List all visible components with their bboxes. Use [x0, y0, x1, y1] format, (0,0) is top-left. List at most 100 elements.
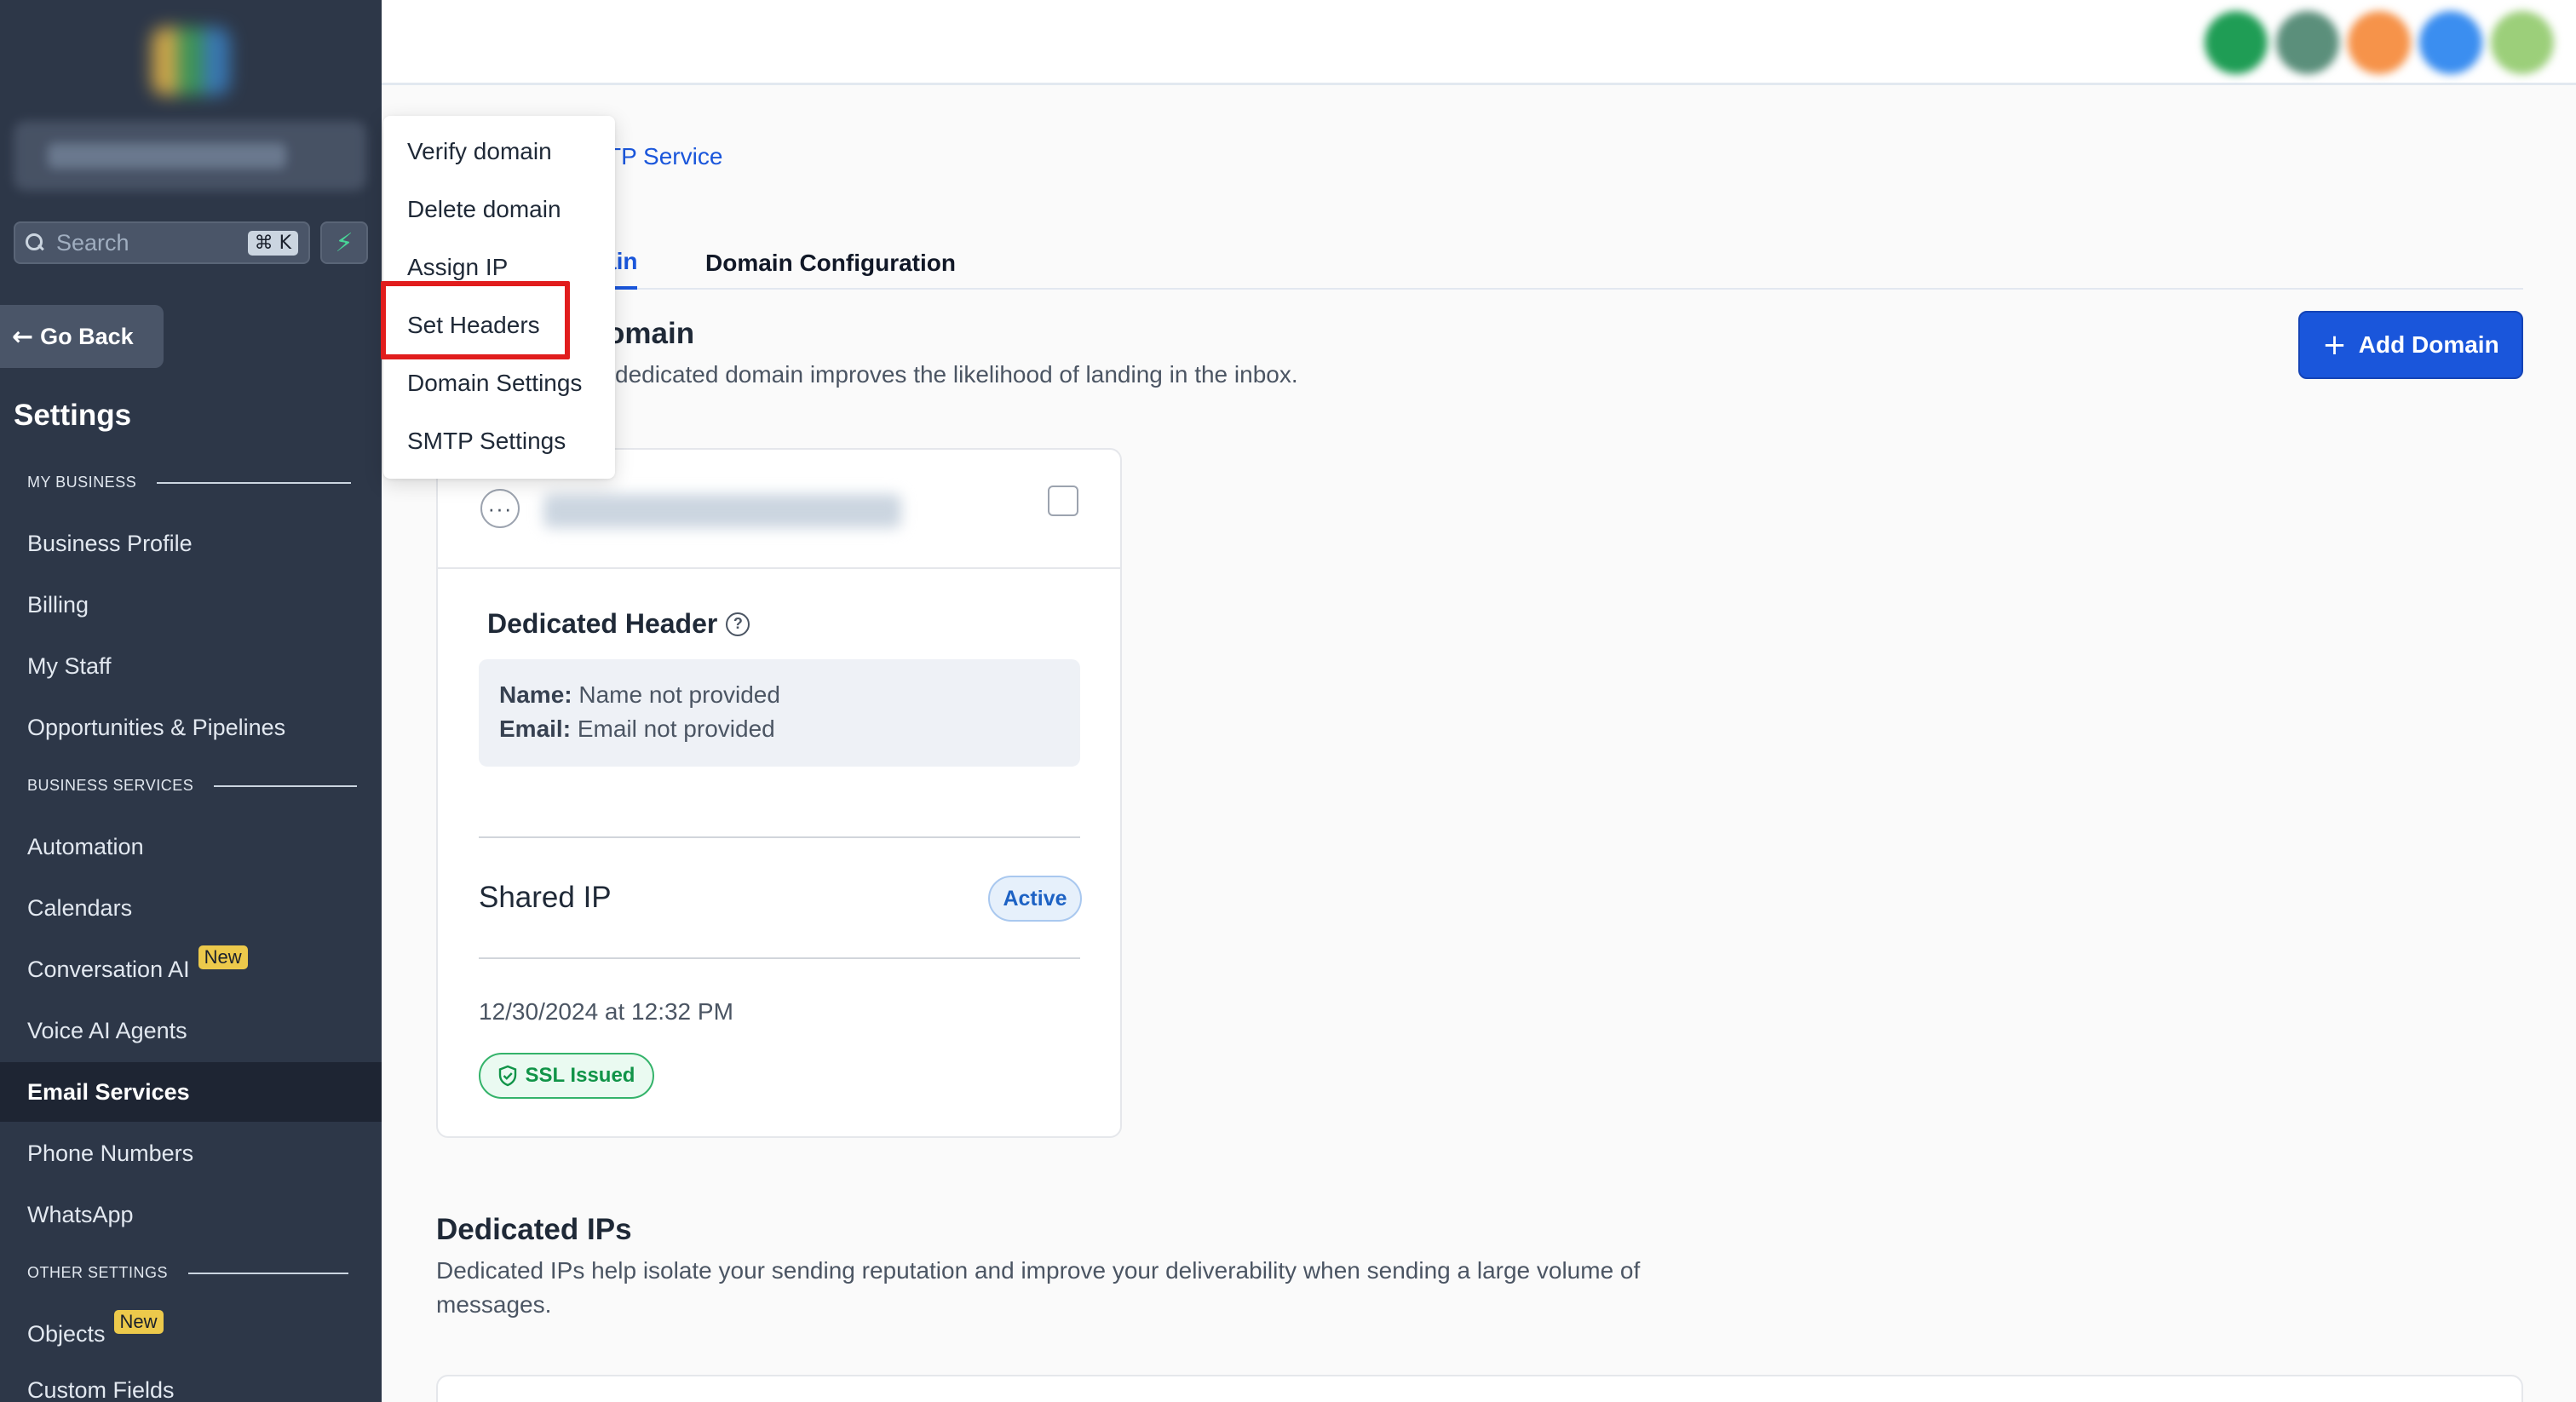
- menu-item-assign-ip[interactable]: Assign IP: [383, 238, 615, 296]
- section-header-business-services: BUSINESS SERVICES: [27, 777, 358, 795]
- search-icon: [26, 233, 44, 252]
- sidebar-item-label: Billing: [27, 591, 89, 618]
- go-back-label: Go Back: [40, 323, 134, 349]
- dedicated-ips-subtitle: Dedicated IPs help isolate your sending …: [436, 1254, 1640, 1322]
- sidebar: Search ⌘ K ⚡ ← Go Back Settings MY BUSIN…: [0, 0, 382, 1402]
- menu-item-domain-settings[interactable]: Domain Settings: [383, 354, 615, 412]
- plus-icon: +: [2322, 328, 2347, 362]
- sidebar-item-label: Objects: [27, 1320, 106, 1347]
- ssl-badge: SSL Issued: [479, 1053, 654, 1099]
- ellipsis-icon: ···: [487, 495, 513, 521]
- new-badge: New: [113, 1310, 164, 1334]
- sidebar-item-label: Phone Numbers: [27, 1140, 194, 1166]
- tab-bar: ain Domain Configuration: [436, 237, 2523, 290]
- tab-domain-configuration[interactable]: Domain Configuration: [705, 237, 956, 290]
- domain-section-title: omain: [607, 317, 695, 350]
- lightning-icon: ⚡: [335, 227, 354, 258]
- account-switcher[interactable]: [14, 121, 366, 191]
- section-divider: [214, 784, 358, 787]
- dedicated-ips-subtitle-line: messages.: [436, 1291, 552, 1318]
- search-input[interactable]: Search ⌘ K: [14, 221, 310, 264]
- section-header-label: MY BUSINESS: [27, 474, 137, 491]
- section-header-my-business: MY BUSINESS: [27, 474, 352, 491]
- section-header-label: OTHER SETTINGS: [27, 1264, 169, 1281]
- divider: [479, 957, 1080, 959]
- avatar[interactable]: [2419, 11, 2482, 74]
- sidebar-item-label: My Staff: [27, 652, 112, 679]
- created-date: 12/30/2024 at 12:32 PM: [479, 998, 733, 1025]
- email-value: Email not provided: [577, 715, 775, 742]
- arrow-left-icon: ←: [12, 321, 34, 352]
- domain-select-checkbox[interactable]: [1048, 486, 1078, 516]
- section-divider: [157, 481, 352, 484]
- sidebar-item-opportunities-pipelines[interactable]: Opportunities & Pipelines: [0, 698, 382, 757]
- divider: [479, 836, 1080, 838]
- domain-context-menu: Verify domain Delete domain Assign IP Se…: [383, 116, 615, 479]
- go-back-button[interactable]: ← Go Back: [0, 305, 164, 368]
- domain-card: ··· Dedicated Header ? Name: Name not pr…: [436, 448, 1122, 1138]
- dedicated-header-info: Name: Name not provided Email: Email not…: [479, 659, 1080, 767]
- quick-actions-button[interactable]: ⚡: [320, 221, 368, 264]
- header-actions: [2205, 9, 2562, 77]
- menu-item-set-headers[interactable]: Set Headers: [383, 296, 615, 354]
- settings-title: Settings: [14, 399, 132, 432]
- domain-name: [543, 494, 901, 528]
- breadcrumb[interactable]: TP Service: [607, 143, 722, 170]
- sidebar-item-voice-ai-agents[interactable]: Voice AI Agents: [0, 1001, 382, 1060]
- more-options-button[interactable]: ···: [480, 489, 520, 528]
- search-shortcut: ⌘ K: [247, 230, 298, 256]
- dedicated-ips-card: [436, 1375, 2523, 1402]
- top-bar: [382, 0, 2576, 85]
- section-divider: [188, 1272, 349, 1274]
- avatar[interactable]: [2276, 11, 2339, 74]
- menu-item-delete-domain[interactable]: Delete domain: [383, 181, 615, 238]
- sidebar-item-custom-fields[interactable]: Custom Fields: [0, 1365, 382, 1402]
- sidebar-item-label: Business Profile: [27, 530, 193, 556]
- sidebar-item-label: Conversation AI: [27, 956, 190, 982]
- sidebar-item-label: Calendars: [27, 894, 133, 921]
- dedicated-header-label: Dedicated Header: [487, 608, 718, 639]
- avatar[interactable]: [2491, 11, 2554, 74]
- dedicated-ips-title: Dedicated IPs: [436, 1213, 632, 1246]
- sidebar-item-business-profile[interactable]: Business Profile: [0, 514, 382, 573]
- menu-item-verify-domain[interactable]: Verify domain: [383, 123, 615, 181]
- sidebar-item-calendars[interactable]: Calendars: [0, 878, 382, 938]
- shared-ip-label: Shared IP: [479, 881, 612, 914]
- section-header-label: BUSINESS SERVICES: [27, 777, 194, 794]
- name-value: Name not provided: [578, 681, 780, 708]
- dedicated-ips-subtitle-line: Dedicated IPs help isolate your sending …: [436, 1257, 1641, 1284]
- sidebar-item-label: Voice AI Agents: [27, 1017, 187, 1043]
- sidebar-item-objects[interactable]: Objects New: [0, 1304, 382, 1364]
- sidebar-item-conversation-ai[interactable]: Conversation AI New: [0, 939, 382, 999]
- header-name-row: Name: Name not provided: [499, 678, 1060, 712]
- sidebar-item-my-staff[interactable]: My Staff: [0, 636, 382, 696]
- domain-section-subtitle: dedicated domain improves the likelihood…: [615, 361, 1298, 388]
- sidebar-item-whatsapp[interactable]: WhatsApp: [0, 1185, 382, 1244]
- menu-item-smtp-settings[interactable]: SMTP Settings: [383, 412, 615, 470]
- company-logo[interactable]: [152, 27, 230, 95]
- sidebar-item-phone-numbers[interactable]: Phone Numbers: [0, 1123, 382, 1183]
- status-badge: Active: [988, 876, 1082, 922]
- ssl-badge-label: SSL Issued: [525, 1064, 635, 1087]
- app-window: Search ⌘ K ⚡ ← Go Back Settings MY BUSIN…: [0, 0, 2576, 1402]
- add-domain-button[interactable]: + Add Domain: [2298, 311, 2523, 379]
- sidebar-item-label: Automation: [27, 833, 144, 859]
- sidebar-item-label: Opportunities & Pipelines: [27, 714, 286, 740]
- help-glyph: ?: [733, 615, 743, 632]
- shield-check-icon: [498, 1065, 517, 1087]
- avatar[interactable]: [2205, 11, 2268, 74]
- section-header-other-settings: OTHER SETTINGS: [27, 1264, 349, 1282]
- help-icon[interactable]: ?: [726, 612, 750, 636]
- sidebar-item-billing[interactable]: Billing: [0, 575, 382, 635]
- sidebar-item-label: Custom Fields: [27, 1377, 175, 1402]
- sidebar-item-automation[interactable]: Automation: [0, 817, 382, 876]
- add-domain-label: Add Domain: [2358, 331, 2499, 358]
- search-placeholder: Search: [56, 229, 129, 256]
- new-badge: New: [198, 945, 248, 969]
- email-label: Email:: [499, 715, 572, 742]
- sidebar-item-label: Email Services: [27, 1078, 190, 1105]
- avatar[interactable]: [2348, 11, 2411, 74]
- sidebar-item-email-services[interactable]: Email Services: [0, 1062, 382, 1122]
- sidebar-item-label: WhatsApp: [27, 1201, 134, 1227]
- header-email-row: Email: Email not provided: [499, 712, 1060, 746]
